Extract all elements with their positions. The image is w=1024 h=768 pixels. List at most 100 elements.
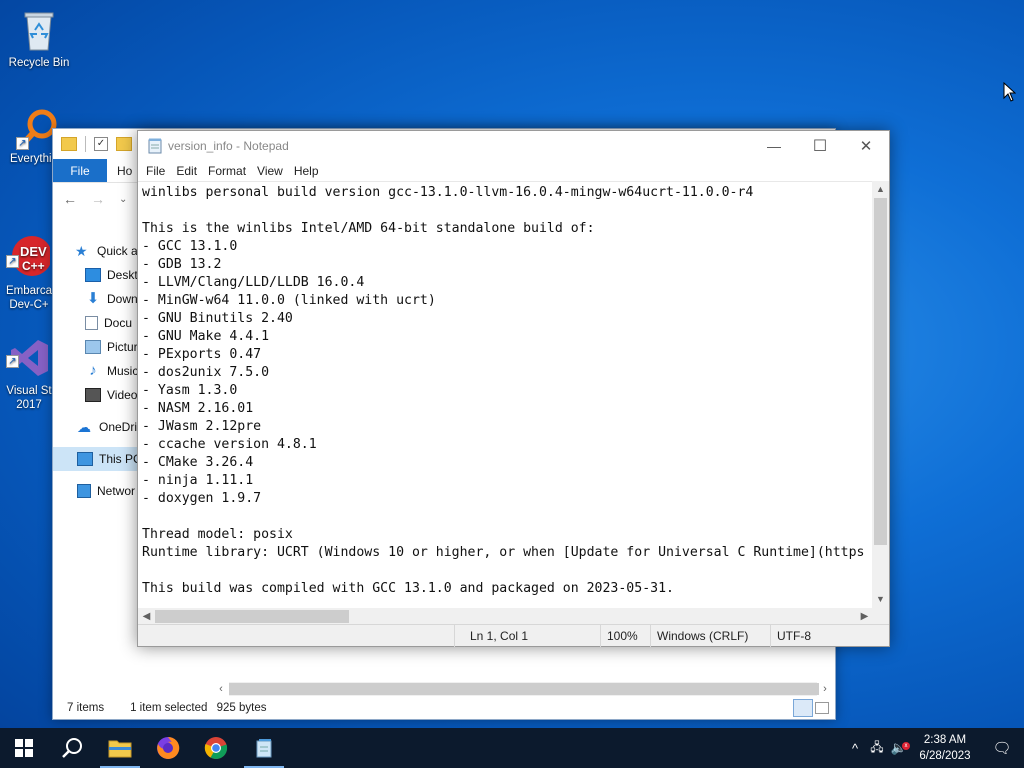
clock-time: 2:38 AM: [923, 734, 967, 746]
recycle-bin-icon: [17, 8, 61, 52]
line-endings: Windows (CRLF): [657, 629, 749, 643]
scroll-right-arrow-icon[interactable]: ›: [817, 683, 833, 695]
notepad-window[interactable]: version_info - Notepad — ☐ ✕ File Edit F…: [137, 130, 890, 647]
desktop-icon-devcpp[interactable]: DEV C++ ↗ Embarca Dev-C+: [0, 206, 58, 312]
scroll-left-arrow-icon[interactable]: ◀: [138, 608, 155, 625]
file-explorer-icon: [108, 740, 132, 758]
notepad-statusbar: Ln 1, Col 1 100% Windows (CRLF) UTF-8: [138, 624, 889, 647]
visual-studio-icon: ↗: [6, 322, 50, 376]
shortcut-arrow-icon: ↗: [16, 137, 29, 150]
forward-arrow-icon[interactable]: →: [91, 191, 105, 207]
new-folder-icon[interactable]: [116, 137, 132, 151]
menu-view[interactable]: View: [257, 164, 290, 178]
mouse-cursor-icon: [1003, 81, 1017, 105]
notepad-titlebar[interactable]: version_info - Notepad — ☐ ✕: [138, 131, 889, 161]
menu-edit[interactable]: Edit: [176, 164, 204, 178]
system-tray: ^ 🖧 🔈 x 2:38 AM 6/28/2023 🗨: [844, 728, 1024, 768]
menu-file[interactable]: File: [146, 164, 172, 178]
notepad-icon: [256, 739, 272, 758]
shortcut-arrow-icon: ↗: [6, 255, 19, 268]
zoom-level: 100%: [607, 629, 638, 643]
desktop-icon-visual-studio[interactable]: ↗ Visual St 2017: [0, 308, 58, 412]
vertical-scrollbar[interactable]: ▲ ▼: [872, 181, 889, 608]
status-divider: [650, 625, 651, 647]
selected-size: 925 bytes: [216, 702, 267, 714]
explorer-horizontal-scrollbar[interactable]: ‹ ›: [213, 681, 833, 697]
volume-muted-icon[interactable]: 🔈 x: [888, 740, 910, 756]
text-editor-area[interactable]: winlibs personal build version gcc-13.1.…: [138, 181, 873, 608]
horizontal-scrollbar-thumb[interactable]: [155, 610, 349, 623]
close-button[interactable]: ✕: [843, 131, 889, 161]
desktop-icon-everything[interactable]: ↗ Everythi: [0, 108, 58, 166]
view-switcher: [793, 699, 829, 717]
nav-label: Quick a: [97, 244, 138, 258]
window-controls: — ☐ ✕: [751, 131, 889, 161]
music-note-icon: ♪: [89, 362, 97, 379]
scroll-left-arrow-icon[interactable]: ‹: [213, 683, 229, 695]
desktop-icon-label: Everythi: [10, 153, 52, 165]
taskbar-notepad[interactable]: [240, 728, 288, 768]
nav-label: Networ: [97, 484, 136, 498]
taskbar: ^ 🖧 🔈 x 2:38 AM 6/28/2023 🗨: [0, 728, 1024, 768]
search-icon: [62, 738, 82, 758]
scroll-right-arrow-icon[interactable]: ▶: [856, 608, 873, 625]
scrollbar-thumb[interactable]: [229, 683, 819, 695]
scroll-up-arrow-icon[interactable]: ▲: [872, 181, 889, 198]
item-count: 7 items: [67, 702, 105, 714]
maximize-button[interactable]: ☐: [797, 131, 843, 161]
notepad-app-icon: [148, 138, 162, 154]
horizontal-scrollbar[interactable]: ◀ ▶: [138, 608, 873, 625]
muted-x-icon: x: [902, 742, 910, 750]
details-view-icon[interactable]: [793, 699, 813, 717]
folder-icon: [61, 137, 77, 151]
scrollbar-corner: [872, 608, 889, 625]
minimize-button[interactable]: —: [751, 131, 797, 161]
ribbon-file-tab[interactable]: File: [53, 159, 107, 182]
notification-center-icon[interactable]: 🗨: [980, 739, 1024, 757]
properties-check-icon[interactable]: ✓: [94, 137, 108, 151]
show-hidden-icons-chevron-icon[interactable]: ^: [844, 741, 866, 756]
clock[interactable]: 2:38 AM 6/28/2023: [910, 732, 980, 764]
windows-logo-icon: [15, 739, 33, 757]
document-icon: [85, 316, 98, 330]
star-icon: ★: [75, 243, 88, 259]
devcpp-icon: DEV C++ ↗: [6, 220, 52, 276]
recent-dropdown-icon[interactable]: ⌄: [119, 194, 127, 205]
start-button[interactable]: [0, 728, 48, 768]
download-arrow-icon: ⬇: [86, 290, 100, 307]
menu-help[interactable]: Help: [294, 164, 326, 178]
desktop-icon-label: Recycle Bin: [8, 57, 70, 69]
taskbar-chrome[interactable]: [192, 728, 240, 768]
cursor-position: Ln 1, Col 1: [470, 629, 529, 643]
scroll-down-arrow-icon[interactable]: ▼: [872, 591, 889, 608]
back-arrow-icon[interactable]: ←: [63, 191, 77, 207]
pictures-icon: [85, 340, 101, 354]
nav-label: Pictur: [107, 340, 138, 354]
network-status-icon[interactable]: 🖧: [866, 738, 888, 759]
status-divider: [454, 625, 455, 647]
network-icon: [77, 484, 91, 498]
shortcut-arrow-icon: ↗: [6, 355, 19, 368]
desktop-icon-label: Visual St 2017: [6, 385, 52, 411]
taskbar-firefox[interactable]: [144, 728, 192, 768]
vertical-scrollbar-thumb[interactable]: [874, 198, 887, 545]
svg-text:DEV: DEV: [20, 244, 47, 259]
status-divider: [600, 625, 601, 647]
scrollbar-track[interactable]: [229, 682, 819, 696]
search-button[interactable]: [48, 728, 96, 768]
window-title: version_info - Notepad: [168, 139, 289, 153]
film-strip-icon: [85, 388, 101, 402]
selection-info: 1 item selected 925 bytes: [130, 702, 266, 714]
desktop-folder-icon: [85, 268, 101, 282]
nav-label: This PC: [99, 452, 142, 466]
firefox-icon: [157, 736, 180, 759]
explorer-statusbar: 7 items 1 item selected 925 bytes: [53, 697, 835, 719]
taskbar-file-explorer[interactable]: [96, 728, 144, 768]
encoding: UTF-8: [777, 629, 811, 643]
large-icons-view-icon[interactable]: [815, 702, 829, 714]
document-text[interactable]: winlibs personal build version gcc-13.1.…: [138, 182, 873, 598]
menu-format[interactable]: Format: [208, 164, 253, 178]
desktop-icon-recycle-bin[interactable]: Recycle Bin: [1, 8, 77, 70]
separator-icon: [85, 136, 86, 152]
monitor-icon: [77, 452, 93, 466]
